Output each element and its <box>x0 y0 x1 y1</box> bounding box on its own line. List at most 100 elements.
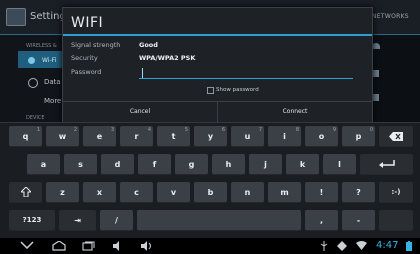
key-label: e <box>96 132 103 141</box>
settings-key[interactable] <box>379 210 413 231</box>
key-c[interactable]: c <box>120 182 153 203</box>
key-f[interactable]: f <box>138 154 171 175</box>
text-cursor <box>142 68 143 78</box>
key-x[interactable]: x <box>83 182 116 203</box>
home-icon[interactable] <box>52 241 66 251</box>
key-label: t <box>171 132 176 141</box>
key-q[interactable]: q1 <box>9 126 42 147</box>
sidebar-item-more[interactable]: More <box>44 97 61 105</box>
sidebar-item-wifi-label: Wi-Fi <box>42 57 57 64</box>
network-signal-icon <box>372 43 380 49</box>
recent-apps-icon[interactable] <box>82 241 95 251</box>
security-value: WPA/WPA2 PSK <box>139 54 196 62</box>
key-y[interactable]: y6 <box>194 126 227 147</box>
key-alt-label: 6 <box>221 127 225 133</box>
key-label: o <box>318 132 325 141</box>
key-question[interactable]: ? <box>342 182 375 203</box>
key-e[interactable]: e3 <box>83 126 116 147</box>
sidebar-item-data[interactable]: Data <box>44 78 61 86</box>
key-label: y <box>207 132 214 141</box>
key-alt-label: 9 <box>332 127 336 133</box>
key-j[interactable]: j <box>249 154 282 175</box>
key-o[interactable]: o9 <box>305 126 338 147</box>
hide-keyboard-icon[interactable] <box>20 241 34 249</box>
system-nav-bar: 4:47 <box>0 238 420 254</box>
wifi-dialog: WIFI Signal strength Good Security WPA/W… <box>62 7 373 123</box>
key-alt-label: 7 <box>258 127 262 133</box>
symbols-key[interactable]: ?123 <box>9 210 55 231</box>
key-slash[interactable]: / <box>100 210 133 231</box>
key-exclamation[interactable]: ! <box>305 182 338 203</box>
key-t[interactable]: t5 <box>157 126 190 147</box>
key-alt-label: 3 <box>110 127 114 133</box>
key-v[interactable]: v <box>157 182 190 203</box>
backspace-icon <box>389 132 403 141</box>
status-clock: 4:47 <box>376 240 399 251</box>
cancel-button[interactable]: Cancel <box>63 102 217 122</box>
signal-strength-label: Signal strength <box>71 41 121 49</box>
key-alt-label: 1 <box>36 127 40 133</box>
key-b[interactable]: b <box>194 182 227 203</box>
key-g[interactable]: g <box>175 154 208 175</box>
shift-key[interactable] <box>9 182 42 203</box>
key-label: q <box>22 132 29 141</box>
wifi-status-icon <box>356 241 367 250</box>
key-alt-label: 8 <box>295 127 299 133</box>
dialog-title: WIFI <box>71 15 104 31</box>
key-dash[interactable]: - <box>342 210 375 231</box>
key-r[interactable]: r4 <box>120 126 153 147</box>
show-password-label[interactable]: Show password <box>216 87 259 93</box>
key-alt-label: 5 <box>184 127 188 133</box>
battery-icon <box>406 241 412 251</box>
settings-app-icon[interactable] <box>6 8 26 26</box>
password-label: Password <box>71 68 102 76</box>
space-key[interactable] <box>137 210 301 231</box>
networks-header: NETWORKS <box>372 13 409 20</box>
key-a[interactable]: a <box>27 154 60 175</box>
connect-button[interactable]: Connect <box>218 102 372 122</box>
signal-strength-value: Good <box>139 41 158 49</box>
backspace-key[interactable] <box>379 126 413 147</box>
smiley-key[interactable]: :-) <box>379 182 413 203</box>
dialog-title-divider <box>63 34 372 36</box>
key-label: i <box>283 132 286 141</box>
key-label: w <box>58 132 67 141</box>
enter-icon <box>378 160 395 168</box>
debug-icon <box>337 241 347 251</box>
key-s[interactable]: s <box>64 154 97 175</box>
section-device: DEVICE <box>26 115 45 121</box>
data-usage-icon <box>28 78 38 88</box>
key-n[interactable]: n <box>231 182 264 203</box>
key-alt-label: 4 <box>147 127 151 133</box>
key-z[interactable]: z <box>46 182 79 203</box>
key-l[interactable]: l <box>323 154 356 175</box>
key-label: u <box>244 132 251 141</box>
show-password-checkbox[interactable] <box>207 87 214 94</box>
volume-down-icon[interactable] <box>112 241 122 251</box>
key-k[interactable]: k <box>286 154 319 175</box>
key-p[interactable]: p0 <box>342 126 375 147</box>
usb-icon <box>320 241 328 251</box>
tab-key[interactable]: ⇥ <box>59 210 96 231</box>
soft-keyboard: q1 w2 e3 r4 t5 y6 u7 i8 o9 p0 a s d f g … <box>0 122 420 239</box>
key-u[interactable]: u7 <box>231 126 264 147</box>
key-comma[interactable]: , <box>305 210 338 231</box>
shift-icon <box>19 186 32 198</box>
key-m[interactable]: m <box>268 182 301 203</box>
password-input[interactable] <box>139 68 353 79</box>
volume-up-icon[interactable] <box>140 241 152 251</box>
key-h[interactable]: h <box>212 154 245 175</box>
wifi-icon <box>28 57 35 64</box>
key-w[interactable]: w2 <box>46 126 79 147</box>
enter-key[interactable] <box>360 154 413 175</box>
network-lock-icon <box>372 70 379 77</box>
section-wireless: WIRELESS & <box>26 43 57 49</box>
key-alt-label: 2 <box>73 127 77 133</box>
key-label: r <box>134 132 139 141</box>
network-lock-icon <box>372 94 379 101</box>
key-i[interactable]: i8 <box>268 126 301 147</box>
key-label: p <box>355 132 362 141</box>
key-alt-label: 0 <box>369 127 373 133</box>
security-label: Security <box>71 54 98 62</box>
key-d[interactable]: d <box>101 154 134 175</box>
